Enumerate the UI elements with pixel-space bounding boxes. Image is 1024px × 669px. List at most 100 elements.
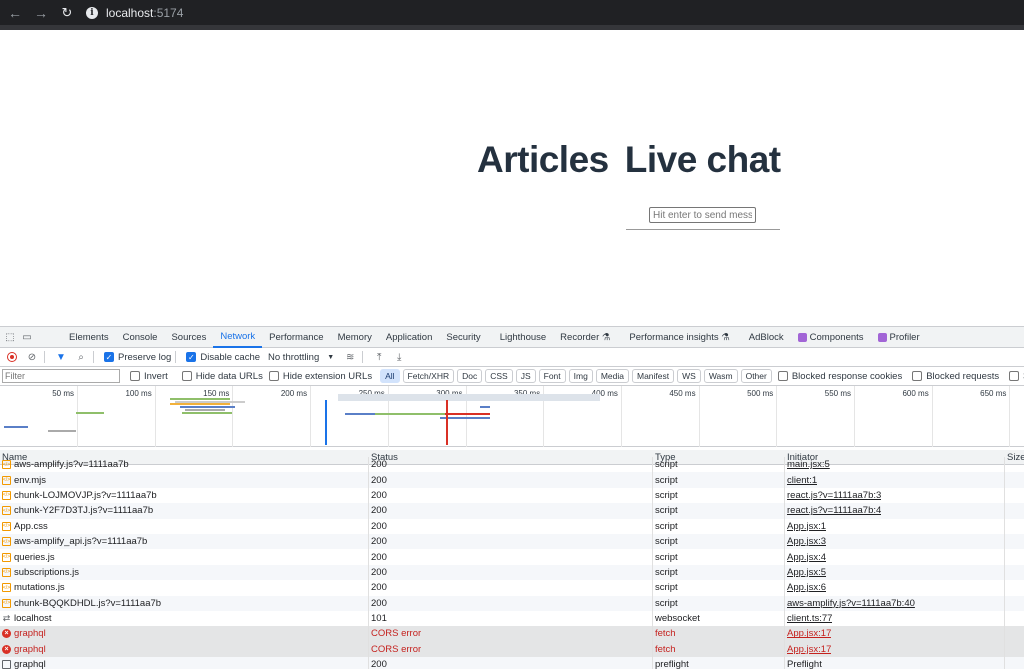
table-row[interactable]: </> mutations.js 200 script App.jsx:6 bbox=[0, 580, 1024, 596]
preserve-log-checkbox[interactable]: ✓ Preserve log bbox=[104, 352, 171, 363]
column-divider bbox=[368, 610, 369, 627]
blocked-requests-checkbox[interactable]: Blocked requests bbox=[912, 371, 999, 382]
tab-profiler[interactable]: Profiler bbox=[871, 327, 927, 348]
table-row[interactable]: </> chunk-BQQKDHDL.js?v=1111aa7b 200 script… bbox=[0, 595, 1024, 611]
site-info-icon[interactable]: i bbox=[86, 6, 98, 19]
request-initiator[interactable]: App.jsx:4 bbox=[787, 552, 826, 563]
tab-sources[interactable]: Sources bbox=[164, 327, 213, 348]
request-initiator[interactable]: App.jsx:1 bbox=[787, 521, 826, 532]
script-file-icon: </> bbox=[2, 583, 11, 593]
device-toolbar-icon[interactable]: ▭ bbox=[20, 330, 34, 344]
table-row[interactable]: </> subscriptions.js 200 script App.jsx:5 bbox=[0, 564, 1024, 581]
address-bar[interactable]: i localhost:5174 bbox=[86, 3, 183, 23]
request-initiator[interactable]: App.jsx:3 bbox=[787, 536, 826, 547]
tab-memory[interactable]: Memory bbox=[331, 327, 379, 348]
tab-elements[interactable]: Elements bbox=[62, 327, 116, 348]
chip-all[interactable]: All bbox=[380, 369, 400, 383]
chip-ws[interactable]: WS bbox=[677, 369, 701, 383]
tab-application[interactable]: Application bbox=[379, 327, 439, 348]
back-icon[interactable]: ← bbox=[4, 2, 26, 24]
chip-media[interactable]: Media bbox=[595, 369, 629, 383]
table-row[interactable]: ⇄ localhost 101 websocket client.ts:77 bbox=[0, 610, 1024, 627]
request-initiator[interactable]: client.ts:77 bbox=[787, 613, 832, 624]
column-divider bbox=[784, 472, 785, 488]
reload-icon[interactable]: ↻ bbox=[56, 2, 78, 24]
chip-css[interactable]: CSS bbox=[485, 369, 513, 383]
table-row[interactable]: </> aws-amplify_api.js?v=1111aa7b 200 scrip… bbox=[0, 533, 1024, 550]
network-toolbar: ⊘ ▼ ⌕ ✓ Preserve log ✓ Disable cache No th… bbox=[0, 348, 1024, 367]
chip-manifest[interactable]: Manifest bbox=[631, 369, 675, 383]
message-input[interactable] bbox=[649, 207, 756, 223]
table-row[interactable]: × graphql CORS error fetch App.jsx:17 bbox=[0, 626, 1024, 642]
column-divider bbox=[368, 595, 369, 611]
chip-fetch-xhr[interactable]: Fetch/XHR bbox=[402, 369, 455, 383]
timeline-overview[interactable]: 50 ms100 ms150 ms200 ms250 ms300 ms350 m… bbox=[0, 386, 1024, 447]
table-row[interactable]: </> chunk-Y2F7D3TJ.js?v=1111aa7b 200 script… bbox=[0, 503, 1024, 519]
tab-network[interactable]: Network bbox=[213, 327, 263, 348]
tab-components-label: Components bbox=[809, 331, 864, 343]
column-divider bbox=[784, 626, 785, 642]
chip-doc[interactable]: Doc bbox=[457, 369, 483, 383]
waterfall-bar bbox=[445, 413, 490, 415]
chip-other[interactable]: Other bbox=[740, 369, 772, 383]
tab-security[interactable]: Security bbox=[439, 327, 487, 348]
network-conditions-icon[interactable]: ≋ bbox=[342, 349, 358, 365]
chip-wasm[interactable]: Wasm bbox=[703, 369, 738, 383]
request-initiator[interactable]: Preflight bbox=[787, 659, 822, 669]
column-divider bbox=[1004, 564, 1005, 581]
column-divider bbox=[784, 549, 785, 565]
request-type: script bbox=[655, 582, 678, 594]
tab-performance[interactable]: Performance bbox=[262, 327, 330, 348]
request-initiator[interactable]: App.jsx:6 bbox=[787, 582, 826, 593]
request-initiator[interactable]: main.jsx:5 bbox=[787, 459, 830, 470]
tab-lighthouse[interactable]: Lighthouse bbox=[488, 327, 553, 348]
column-divider bbox=[1004, 580, 1005, 596]
blocked-response-cookies-checkbox[interactable]: Blocked response cookies bbox=[777, 371, 902, 382]
filter-input[interactable] bbox=[2, 369, 120, 383]
record-icon[interactable] bbox=[4, 349, 20, 365]
tab-console[interactable]: Console bbox=[116, 327, 165, 348]
table-row[interactable]: </> queries.js 200 script App.jsx:4 bbox=[0, 549, 1024, 565]
forward-icon[interactable]: → bbox=[30, 2, 52, 24]
request-initiator[interactable]: aws-amplify.js?v=1111aa7b:40 bbox=[787, 598, 915, 609]
chip-img[interactable]: Img bbox=[568, 369, 593, 383]
heading-articles[interactable]: Articles bbox=[477, 139, 609, 181]
request-initiator[interactable]: react.js?v=1111aa7b:3 bbox=[787, 490, 881, 501]
table-row[interactable]: </> App.css 200 script App.jsx:1 bbox=[0, 518, 1024, 534]
invert-checkbox[interactable]: Invert bbox=[130, 371, 168, 382]
request-initiator[interactable]: App.jsx:17 bbox=[787, 628, 831, 639]
search-icon[interactable]: ⌕ bbox=[73, 349, 89, 365]
disable-cache-checkbox[interactable]: ✓ Disable cache bbox=[186, 352, 260, 363]
import-har-icon[interactable]: ⤒ bbox=[371, 349, 387, 365]
checkbox-icon: ✓ bbox=[104, 352, 114, 362]
column-divider bbox=[1004, 595, 1005, 611]
chip-font[interactable]: Font bbox=[538, 369, 566, 383]
filter-icon[interactable]: ▼ bbox=[53, 349, 69, 365]
tab-components[interactable]: Components bbox=[791, 327, 871, 348]
hide-extension-urls-checkbox[interactable]: Hide extension URLs bbox=[268, 371, 372, 382]
page-heading: Articles Live chat bbox=[477, 139, 781, 181]
table-row[interactable]: </> chunk-LOJMOVJP.js?v=1111aa7b 200 script… bbox=[0, 487, 1024, 504]
tab-performance-insights[interactable]: Performance insights ⚗ bbox=[617, 327, 736, 348]
tab-recorder[interactable]: Recorder ⚗ bbox=[553, 327, 617, 348]
tab-adblock[interactable]: AdBlock bbox=[737, 327, 791, 348]
hide-data-urls-checkbox[interactable]: Hide data URLs bbox=[181, 371, 263, 382]
throttling-select[interactable]: No throttling ▼ bbox=[268, 352, 334, 363]
table-row[interactable]: graphql 200 preflight Preflight bbox=[0, 657, 1024, 669]
third-party-checkbox[interactable]: 3rd-party bbox=[1009, 371, 1024, 382]
export-har-icon[interactable]: ⤓ bbox=[391, 349, 407, 365]
request-type: fetch bbox=[655, 628, 676, 640]
request-initiator[interactable]: client:1 bbox=[787, 475, 817, 486]
inspect-element-icon[interactable]: ⬚ bbox=[3, 330, 17, 344]
table-row[interactable]: </> env.mjs 200 script client:1 bbox=[0, 472, 1024, 488]
request-name: aws-amplify_api.js?v=1111aa7b bbox=[14, 536, 148, 548]
request-initiator[interactable]: react.js?v=1111aa7b:4 bbox=[787, 505, 881, 516]
request-initiator[interactable]: App.jsx:17 bbox=[787, 644, 831, 655]
chip-js[interactable]: JS bbox=[515, 369, 536, 383]
request-initiator[interactable]: App.jsx:5 bbox=[787, 567, 826, 578]
heading-live-chat[interactable]: Live chat bbox=[625, 139, 781, 181]
table-row[interactable]: </> aws-amplify.js?v=1111aa7b 200 script mai… bbox=[0, 457, 1024, 473]
script-file-icon: </> bbox=[2, 598, 11, 608]
clear-icon[interactable]: ⊘ bbox=[24, 349, 40, 365]
table-row[interactable]: × graphql CORS error fetch App.jsx:17 bbox=[0, 641, 1024, 658]
